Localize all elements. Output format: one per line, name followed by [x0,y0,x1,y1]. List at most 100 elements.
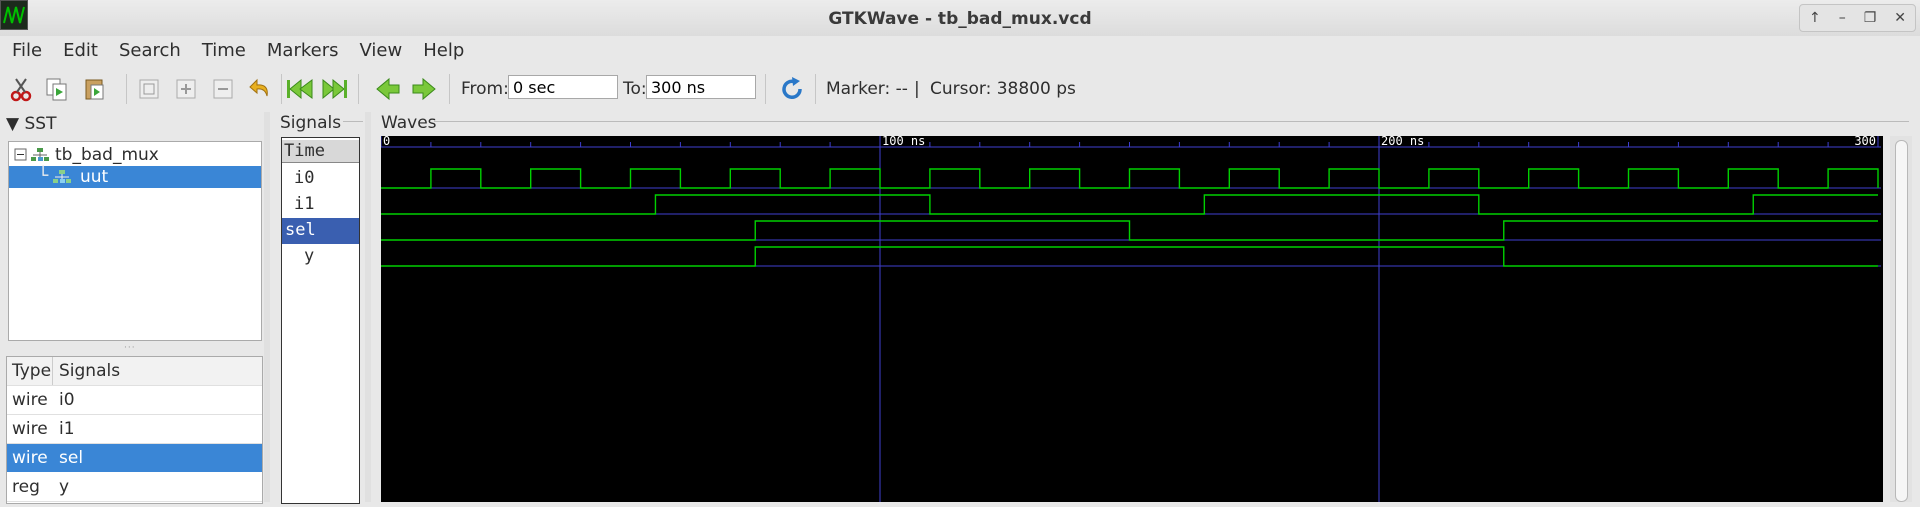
signal-row-i1[interactable]: i1 [282,192,359,218]
toolbar-separator [281,74,282,104]
menu-search[interactable]: Search [117,36,190,66]
signal-row-label: sel [285,220,316,240]
window-title: GTKWave - tb_bad_mux.vcd [828,9,1092,29]
time-row-label: Time [284,141,325,161]
from-time-input[interactable] [508,75,618,99]
table-row[interactable]: reg y [7,473,262,502]
signals-type-table: Type Signals wire i0 wire i1 wire sel re… [6,356,263,504]
marker-readout: Marker: -- [826,79,908,99]
frame-line [434,121,1909,122]
paste-icon[interactable] [82,76,108,102]
tree-node-tb-bad-mux[interactable]: tb_bad_mux [9,144,261,166]
timeline-label: 0 [383,136,390,148]
menu-file[interactable]: File [10,36,51,66]
maximize-button[interactable]: ❐ [1864,10,1877,26]
menu-time[interactable]: Time [200,36,255,66]
scrollbar-thumb[interactable] [1895,140,1908,502]
table-row[interactable]: wire i1 [7,415,262,444]
to-label: To: [623,79,647,99]
column-divider [52,357,53,385]
keep-above-button[interactable]: ↑ [1809,10,1821,26]
cut-icon[interactable] [8,76,34,102]
menu-bar: File Edit Search Time Markers View Help [0,36,1920,66]
undo-icon[interactable] [247,76,273,102]
signal-type: wire [12,390,48,410]
toolbar: From: To: Marker: -- | Cursor: 38800 ps [0,68,1920,110]
frame-line [343,121,363,122]
timeline-label: 300 [1854,136,1876,148]
wave-canvas[interactable]: 0 100 ns 200 ns 300 [380,134,1883,502]
module-tree-icon [53,169,71,190]
minimize-button[interactable]: – [1839,10,1846,26]
signal-type: reg [12,477,40,497]
signal-row-sel[interactable]: sel [282,218,359,244]
toolbar-separator [815,74,816,104]
readout-separator: | [914,79,920,99]
module-tree-icon [31,147,49,168]
from-label: From: [461,79,509,99]
time-row: Time [282,140,359,163]
timeline-label: 100 ns [882,136,925,148]
forward-icon[interactable] [411,76,437,102]
tree-node-label: uut [80,167,109,187]
tree-node-label: tb_bad_mux [55,145,159,165]
signal-type: wire [12,448,48,468]
toolbar-separator [449,74,450,104]
menu-markers[interactable]: Markers [265,36,348,66]
signal-type: wire [12,419,48,439]
tree-line-icon: └ [38,166,49,186]
signal-name: sel [59,448,84,468]
waveform-y [381,246,1878,267]
pane-splitter[interactable] [365,112,371,502]
signal-row-y[interactable]: y [282,244,359,270]
signal-row-label: i0 [294,168,315,188]
signals-column-header[interactable]: Signals [59,361,120,381]
vertical-scrollbar[interactable] [1890,136,1912,502]
sst-tree: tb_bad_mux └ uut [8,141,262,341]
menu-view[interactable]: View [358,36,412,66]
signals-list: Time i0 i1 sel y [281,137,360,504]
table-row[interactable]: wire i0 [7,386,262,415]
zoom-in-icon[interactable] [173,76,199,102]
collapse-icon[interactable] [14,147,28,167]
toolbar-separator [765,74,766,104]
sst-expander[interactable]: ▼ SST [6,114,56,134]
toolbar-separator [358,74,359,104]
cursor-readout: Cursor: 38800 ps [930,79,1076,99]
zoom-out-icon[interactable] [210,76,236,102]
menu-help[interactable]: Help [421,36,473,66]
type-column-header[interactable]: Type [12,361,51,381]
zoom-fit-icon[interactable] [136,76,162,102]
waveform-i0 [381,168,1879,189]
window-controls: ↑ – ❐ ✕ [1799,4,1916,32]
signals-pane-label: Signals [280,113,342,133]
signal-row-i0[interactable]: i0 [282,166,359,192]
last-icon[interactable] [320,76,350,102]
menu-edit[interactable]: Edit [61,36,107,66]
toolbar-separator [126,74,127,104]
signal-row-label: i1 [294,194,315,214]
title-bar: GTKWave - tb_bad_mux.vcd ↑ – ❐ ✕ [0,0,1920,36]
table-header-row: Type Signals [7,357,262,386]
table-row[interactable]: wire sel [7,444,262,472]
reload-icon[interactable] [778,75,806,103]
waveform-i1 [381,194,1878,215]
timeline-label: 200 ns [1381,136,1424,148]
signal-name: y [59,477,70,497]
first-icon[interactable] [285,76,315,102]
to-time-input[interactable] [646,75,756,99]
signal-name: i1 [59,419,75,439]
sst-title: SST [24,114,57,134]
tree-node-uut[interactable]: └ uut [9,166,261,188]
signal-row-label: y [304,246,315,266]
pane-splitter[interactable] [264,112,270,502]
back-icon[interactable] [375,76,401,102]
waveform-sel [381,220,1878,241]
signal-name: i0 [59,390,75,410]
wave-svg: 0 100 ns 200 ns 300 [380,134,1881,502]
expander-down-icon: ▼ [6,114,20,134]
pane-splitter-handle[interactable]: ··· [124,343,144,353]
close-button[interactable]: ✕ [1894,10,1906,26]
copy-icon[interactable] [44,76,70,102]
waves-pane-label: Waves [381,113,437,133]
